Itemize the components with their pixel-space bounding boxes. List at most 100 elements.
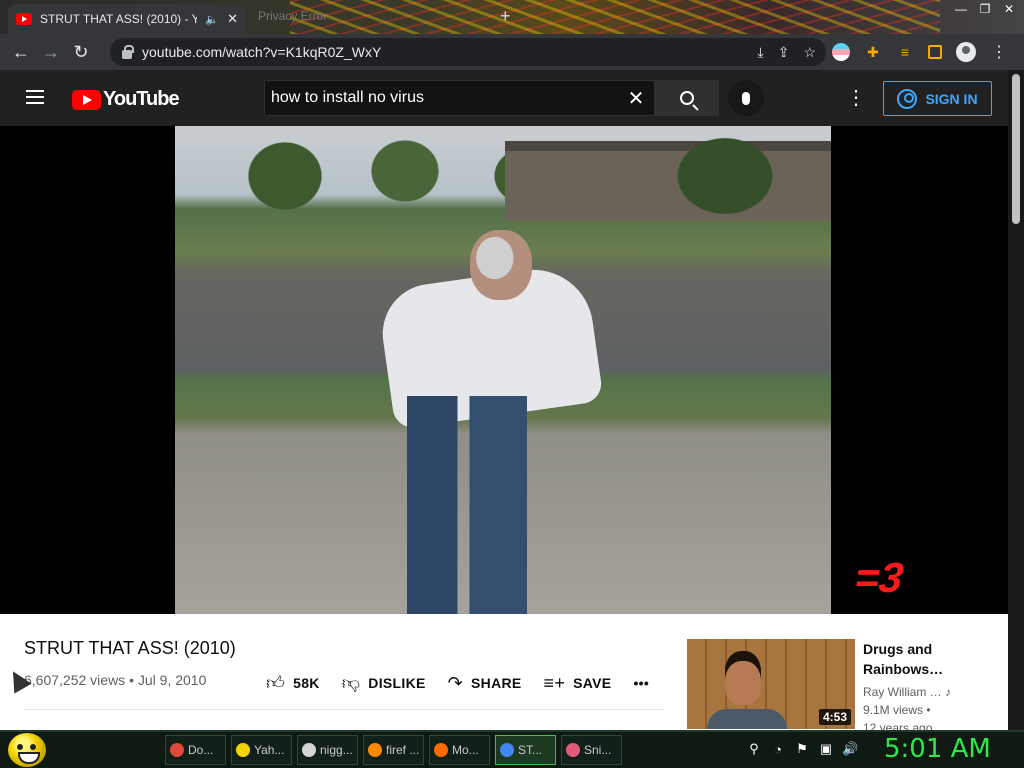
man-head: [470, 230, 532, 300]
share-arrow-icon: ↷: [447, 672, 464, 693]
forward-icon[interactable]: →: [36, 37, 66, 67]
taskbar-item[interactable]: nigg...: [297, 735, 358, 765]
install-icon[interactable]: ⤓: [758, 44, 764, 61]
tab-inactive[interactable]: Privacy Error: [258, 9, 327, 23]
new-tab-icon[interactable]: +: [500, 6, 511, 27]
tab-strip: STRUT THAT ASS! (2010) - YouTube 🔈 ✕ Pri…: [0, 0, 1024, 34]
man-jeans: [407, 396, 527, 614]
thumb-face: [725, 661, 761, 705]
network-tray-icon[interactable]: ▣: [818, 741, 834, 757]
account-icon: [897, 88, 918, 109]
video-player[interactable]: =3: [0, 126, 1008, 614]
taskbar-item-label: firef ...: [386, 743, 420, 757]
thumb-shirt: [707, 709, 787, 729]
maximize-icon[interactable]: ❐: [974, 0, 996, 18]
recommended-views: 9.1M views •: [863, 703, 931, 717]
save-button[interactable]: ≡+ SAVE: [544, 673, 612, 694]
side-panel-icon[interactable]: [928, 45, 942, 59]
browser-toolbar: ← → ↻ youtube.com/watch?v=K1kqR0Z_WxY ⤓ …: [0, 34, 1024, 70]
video-title: STRUT THAT ASS! (2010): [24, 638, 236, 658]
app-icon: [368, 743, 382, 757]
taskbar-item-label: nigg...: [320, 743, 353, 757]
page-scrollbar[interactable]: [1008, 70, 1024, 730]
scrollbar-thumb[interactable]: [1012, 74, 1020, 224]
address-bar[interactable]: youtube.com/watch?v=K1kqR0Z_WxY ⤓ ⇪ ☆: [110, 38, 826, 66]
search-tray-icon[interactable]: ⚲: [746, 741, 762, 757]
app-icon: [302, 743, 316, 757]
app-icon: [170, 743, 184, 757]
taskbar-item-label: ST...: [518, 743, 543, 757]
dislike-label: DISLIKE: [368, 675, 426, 691]
taskbar-item-label: Yah...: [254, 743, 285, 757]
url-text: youtube.com/watch?v=K1kqR0Z_WxY: [142, 44, 382, 60]
flag-extension-icon[interactable]: [832, 43, 850, 61]
video-info-area: STRUT THAT ASS! (2010) 6,607,252 views •…: [0, 614, 1008, 735]
like-button[interactable]: 👍︎ 58K: [266, 672, 320, 694]
search-icon: [680, 91, 694, 105]
view-count: 6,607,252 views: [24, 672, 126, 688]
back-icon[interactable]: ←: [6, 37, 36, 67]
youtube-logo-text: YouTube: [103, 88, 180, 110]
taskbar-item[interactable]: firef ...: [363, 735, 424, 765]
thumbs-up-icon: 👍︎: [266, 673, 286, 693]
youtube-masthead: YouTube how to install no virus ✕ ⋮ SIGN…: [0, 70, 1008, 126]
share-button[interactable]: ↷ SHARE: [448, 673, 522, 694]
more-dots-icon: •••: [633, 675, 650, 691]
tab-active[interactable]: STRUT THAT ASS! (2010) - YouTube 🔈 ✕: [8, 4, 246, 34]
flag-tray-icon[interactable]: ⚑: [794, 741, 810, 757]
taskbar-item[interactable]: Yah...: [231, 735, 292, 765]
upload-date: Jul 9, 2010: [137, 672, 207, 688]
youtube-favicon-icon: [16, 13, 32, 25]
recommended-title[interactable]: Drugs and Rainbows…: [863, 639, 963, 679]
system-tray: ⚲ ◔ ⚑ ▣ 🔊: [746, 741, 858, 757]
background-tree: [645, 126, 805, 236]
reload-icon[interactable]: ↻: [66, 37, 96, 67]
taskbar-item[interactable]: Do...: [165, 735, 226, 765]
microphone-icon: [742, 91, 750, 105]
share-page-icon[interactable]: ⇪: [778, 44, 790, 61]
wallpaper-scribble: [290, 0, 940, 34]
taskbar: Do... Yah... nigg... firef ... Mo... ST... Sni…: [0, 730, 1024, 768]
more-actions-button[interactable]: •••: [633, 675, 649, 691]
search-button[interactable]: [655, 80, 719, 116]
tab-title: STRUT THAT ASS! (2010) - YouTube: [40, 12, 198, 26]
sign-in-label: SIGN IN: [925, 90, 978, 107]
taskbar-item[interactable]: Mo...: [429, 735, 490, 765]
recommended-video[interactable]: 4:53 Drugs and Rainbows… Ray William … ♪…: [687, 639, 987, 735]
close-window-icon[interactable]: ✕: [998, 0, 1020, 18]
minimize-icon[interactable]: —: [950, 0, 972, 18]
app-icon: [500, 743, 514, 757]
playlist-add-icon: ≡+: [543, 672, 566, 693]
taskbar-item-label: Sni...: [584, 743, 612, 757]
hamburger-menu-icon[interactable]: [26, 90, 44, 104]
lock-icon[interactable]: [122, 44, 134, 59]
search-input[interactable]: how to install no virus: [264, 80, 655, 116]
settings-kebab-icon[interactable]: ⋮: [846, 84, 866, 112]
start-smiley-icon[interactable]: [8, 733, 46, 767]
extensions-puzzle-icon[interactable]: ✚: [864, 43, 882, 61]
video-watermark: =3: [851, 554, 907, 601]
recommended-thumbnail[interactable]: 4:53: [687, 639, 855, 729]
status-tray-icon[interactable]: ◔: [770, 742, 786, 757]
youtube-logo[interactable]: YouTube: [72, 88, 180, 111]
media-queue-icon[interactable]: ≡: [896, 43, 914, 61]
speaker-icon[interactable]: 🔈: [205, 13, 219, 26]
sign-in-button[interactable]: SIGN IN: [883, 81, 992, 116]
video-duration: 4:53: [818, 709, 851, 725]
app-icon: [434, 743, 448, 757]
volume-icon[interactable]: 🔊: [842, 741, 858, 757]
video-frame[interactable]: [175, 126, 831, 614]
taskbar-item[interactable]: Sni...: [561, 735, 622, 765]
dislike-button[interactable]: 👎︎ DISLIKE: [342, 672, 426, 694]
clear-search-icon[interactable]: ✕: [624, 86, 648, 111]
taskbar-item[interactable]: ST...: [495, 735, 556, 765]
taskbar-item-label: Do...: [188, 743, 214, 757]
clock: 5:01 AM: [884, 734, 991, 764]
voice-search-button[interactable]: [728, 80, 764, 116]
browser-menu-icon[interactable]: ⋮: [990, 43, 1008, 61]
recommended-channel[interactable]: Ray William …: [863, 685, 942, 699]
profile-avatar-icon[interactable]: [956, 42, 976, 62]
meta-separator: •: [129, 672, 134, 688]
tab-close-icon[interactable]: ✕: [227, 11, 238, 27]
bookmark-star-icon[interactable]: ☆: [803, 44, 816, 61]
